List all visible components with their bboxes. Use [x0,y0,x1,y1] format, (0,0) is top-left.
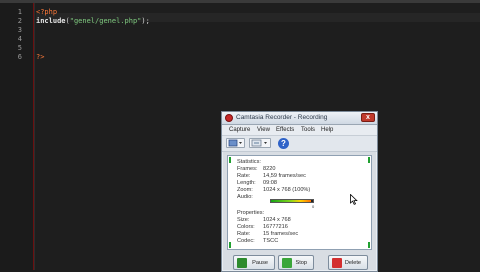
php-close-tag: ?> [36,53,45,61]
prop-row-colors: Colors: 16777216 [237,224,288,231]
stat-key: Frames: [237,166,258,172]
stat-row-zoom: Zoom: 1024 x 768 (100%) [237,187,310,194]
panel-corner-marker [229,157,231,163]
prop-value: TSCC [263,238,279,244]
line-number: 3 [17,26,22,34]
recorder-toolbar: ? [222,136,377,152]
prop-key: Size: [237,217,250,223]
prop-key: Colors: [237,224,255,230]
stat-key: Length: [237,180,256,186]
recorder-title: Camtasia Recorder - Recording [236,114,328,121]
stat-row-rate: Rate: 14,59 frames/sec [237,173,306,180]
display-options-icon [251,139,267,147]
include-path-string: "genel/genel.php" [69,17,142,25]
prop-value: 16777216 [263,224,288,230]
line-number: 4 [17,35,22,43]
delete-icon [332,258,342,268]
prop-value: 1024 x 768 [263,217,291,223]
pause-label: Pause [252,260,268,266]
recorder-menubar: Capture View Effects Tools Help [222,125,377,136]
fold-margin-rule [33,3,34,270]
stop-icon [282,258,292,268]
recorder-titlebar[interactable]: Camtasia Recorder - Recording x [222,112,377,125]
close-paren-semicolon: ); [141,17,150,25]
line-number: 6 [17,53,22,61]
menu-view[interactable]: View [257,126,270,134]
capture-area-icon [228,139,242,147]
mouse-pointer-icon [350,194,358,205]
pause-button[interactable]: Pause [233,255,275,270]
properties-heading: Properties: [237,210,265,216]
stat-value: 09:08 [263,180,277,186]
audio-level-mask [310,200,313,202]
stat-value: 8220 [263,166,276,172]
include-keyword: include [36,17,66,25]
stat-row-length: Length: 09:08 [237,180,277,187]
prop-value: 15 frames/sec [263,231,299,237]
delete-button[interactable]: Delete [328,255,368,270]
line-number: 2 [17,17,22,25]
audio-scale-tick: 0 [312,204,315,209]
pause-icon [237,258,247,268]
line-number: 1 [17,8,22,16]
menu-effects[interactable]: Effects [276,126,294,134]
help-icon[interactable]: ? [278,138,289,149]
recorder-window[interactable]: Camtasia Recorder - Recording x Capture … [221,111,378,272]
menu-tools[interactable]: Tools [301,126,315,134]
line-number: 5 [17,44,22,52]
stat-value: 1024 x 768 (100%) [263,187,311,193]
recorder-action-bar: Pause Stop Delete [222,253,377,271]
prop-row-size: Size: 1024 x 768 [237,217,291,224]
panel-corner-marker [368,242,370,248]
capture-area-button[interactable] [226,138,245,148]
code-line-6[interactable]: ?> [36,53,44,62]
line-number-gutter: 1 2 3 4 5 6 [0,3,35,270]
prop-key: Rate: [237,231,251,237]
menu-capture[interactable]: Capture [229,126,250,134]
stat-row-audio: Audio: [237,194,263,201]
stat-row-frames: Frames: 8220 [237,166,275,173]
stat-key: Audio: [237,194,253,200]
statistics-heading: Statistics: [237,159,261,165]
menu-help[interactable]: Help [321,126,333,134]
panel-corner-marker [229,242,231,248]
prop-row-codec: Codec: TSCC [237,238,278,245]
stop-label: Stop [295,260,307,266]
php-open-tag: <?php [36,8,58,16]
audio-level-meter [270,199,314,203]
delete-label: Delete [344,260,361,266]
stat-key: Rate: [237,173,251,179]
code-line-1[interactable]: <?php [36,8,57,17]
prop-key: Codec: [237,238,255,244]
close-button[interactable]: x [361,113,375,122]
stat-key: Zoom: [237,187,253,193]
display-options-button[interactable] [249,138,271,148]
prop-row-rate: Rate: 15 frames/sec [237,231,298,238]
stat-value: 14,59 frames/sec [263,173,306,179]
code-line-2[interactable]: include("genel/genel.php"); [36,17,150,26]
panel-corner-marker [368,157,370,163]
stop-button[interactable]: Stop [278,255,314,270]
record-icon [225,114,233,122]
